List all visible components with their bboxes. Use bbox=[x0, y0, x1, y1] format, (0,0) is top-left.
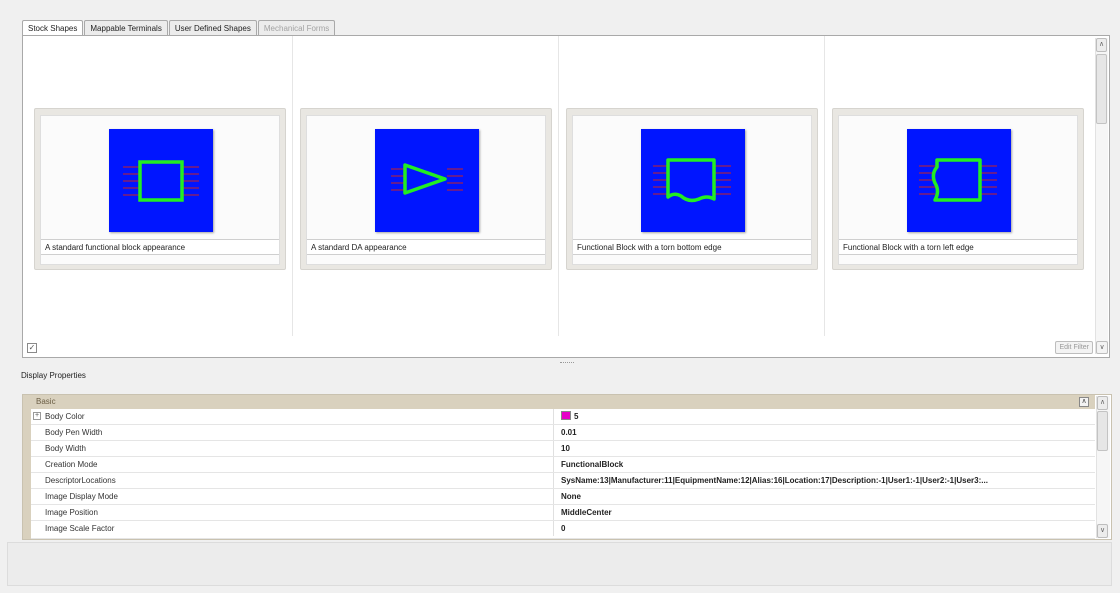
property-value[interactable]: 0.01 bbox=[554, 425, 1095, 440]
property-grid: Basic ∧ + Body Color 5 Body Pen Width 0.… bbox=[22, 394, 1112, 540]
gallery-columns: A standard functional block appearance A… bbox=[23, 36, 1095, 336]
scroll-down-icon[interactable]: ∨ bbox=[1097, 524, 1108, 538]
scroll-up-icon[interactable]: ∧ bbox=[1097, 396, 1108, 410]
scroll-up-icon[interactable]: ∧ bbox=[1096, 38, 1107, 52]
shape-card-torn-bottom[interactable]: Functional Block with a torn bottom edge bbox=[566, 108, 818, 270]
property-grid-scrollbar[interactable]: ∧ ∨ bbox=[1096, 396, 1110, 538]
panel-splitter[interactable] bbox=[560, 362, 574, 365]
shape-caption: Functional Block with a torn bottom edge bbox=[573, 239, 811, 255]
shape-card-inner: Functional Block with a torn bottom edge bbox=[572, 115, 812, 265]
torn-left-block-icon bbox=[907, 129, 1011, 232]
column-separator bbox=[292, 36, 293, 336]
shape-card-inner: A standard DA appearance bbox=[306, 115, 546, 265]
property-description-panel bbox=[7, 542, 1112, 586]
property-value[interactable]: 5 bbox=[554, 409, 1095, 424]
column-separator bbox=[824, 36, 825, 336]
property-row-body-pen-width[interactable]: Body Pen Width 0.01 bbox=[31, 425, 1095, 441]
chevron-down-icon[interactable]: ∨ bbox=[1096, 341, 1108, 354]
category-row-basic[interactable]: Basic ∧ bbox=[31, 395, 1095, 409]
collapse-icon[interactable]: ∧ bbox=[1079, 397, 1089, 407]
property-name: Image Display Mode bbox=[31, 489, 554, 504]
shape-tabs: Stock Shapes Mappable Terminals User Def… bbox=[22, 20, 336, 36]
expand-plus-icon[interactable]: + bbox=[33, 412, 41, 420]
shape-caption: A standard functional block appearance bbox=[41, 239, 279, 255]
property-name: Image Scale Factor bbox=[31, 521, 554, 536]
check-icon[interactable]: ✓ bbox=[27, 343, 37, 353]
property-name: Body Width bbox=[31, 441, 554, 456]
property-row-body-width[interactable]: Body Width 10 bbox=[31, 441, 1095, 457]
shape-card-torn-left[interactable]: Functional Block with a torn left edge bbox=[832, 108, 1084, 270]
tab-user-defined-shapes[interactable]: User Defined Shapes bbox=[168, 20, 257, 35]
scrollbar-thumb[interactable] bbox=[1096, 54, 1107, 124]
shape-caption: A standard DA appearance bbox=[307, 239, 545, 255]
shape-gallery: A standard functional block appearance A… bbox=[22, 35, 1110, 358]
property-row-image-display-mode[interactable]: Image Display Mode None bbox=[31, 489, 1095, 505]
property-name: Creation Mode bbox=[31, 457, 554, 472]
da-triangle-icon bbox=[375, 129, 479, 232]
property-row-body-color[interactable]: + Body Color 5 bbox=[31, 409, 1095, 425]
shape-card-da[interactable]: A standard DA appearance bbox=[300, 108, 552, 270]
property-value[interactable]: 10 bbox=[554, 441, 1095, 456]
property-name: DescriptorLocations bbox=[31, 473, 554, 488]
shape-card-inner: A standard functional block appearance bbox=[40, 115, 280, 265]
property-value[interactable]: 0 bbox=[554, 521, 1095, 536]
property-row-creation-mode[interactable]: Creation Mode FunctionalBlock bbox=[31, 457, 1095, 473]
property-value[interactable]: None bbox=[554, 489, 1095, 504]
column-separator bbox=[558, 36, 559, 336]
property-value[interactable]: SysName:13|Manufacturer:11|EquipmentName… bbox=[554, 473, 1095, 488]
property-value[interactable]: MiddleCenter bbox=[554, 505, 1095, 520]
property-value[interactable]: FunctionalBlock bbox=[554, 457, 1095, 472]
gallery-scrollbar[interactable]: ∧ bbox=[1095, 38, 1108, 354]
property-name: Image Position bbox=[31, 505, 554, 520]
category-label: Basic bbox=[36, 397, 56, 406]
shape-card-functional-block[interactable]: A standard functional block appearance bbox=[34, 108, 286, 270]
shape-card-inner: Functional Block with a torn left edge bbox=[838, 115, 1078, 265]
display-properties-title: Display Properties bbox=[21, 371, 86, 380]
tab-mappable-terminals[interactable]: Mappable Terminals bbox=[84, 20, 168, 35]
property-name: Body Pen Width bbox=[31, 425, 554, 440]
scrollbar-thumb[interactable] bbox=[1097, 411, 1108, 451]
property-name: + Body Color bbox=[31, 409, 554, 424]
property-row-descriptor-locations[interactable]: DescriptorLocations SysName:13|Manufactu… bbox=[31, 473, 1095, 489]
edit-filter-button[interactable]: Edit Filter bbox=[1055, 341, 1093, 354]
tab-mechanical-forms: Mechanical Forms bbox=[257, 20, 336, 35]
shape-caption: Functional Block with a torn left edge bbox=[839, 239, 1077, 255]
property-grid-margin bbox=[23, 395, 31, 539]
torn-bottom-block-icon bbox=[641, 129, 745, 232]
property-row-image-position[interactable]: Image Position MiddleCenter bbox=[31, 505, 1095, 521]
tab-stock-shapes[interactable]: Stock Shapes bbox=[22, 20, 84, 36]
property-row-image-scale-factor[interactable]: Image Scale Factor 0 bbox=[31, 521, 1095, 539]
functional-block-icon bbox=[109, 129, 213, 232]
color-swatch-icon bbox=[561, 411, 571, 420]
